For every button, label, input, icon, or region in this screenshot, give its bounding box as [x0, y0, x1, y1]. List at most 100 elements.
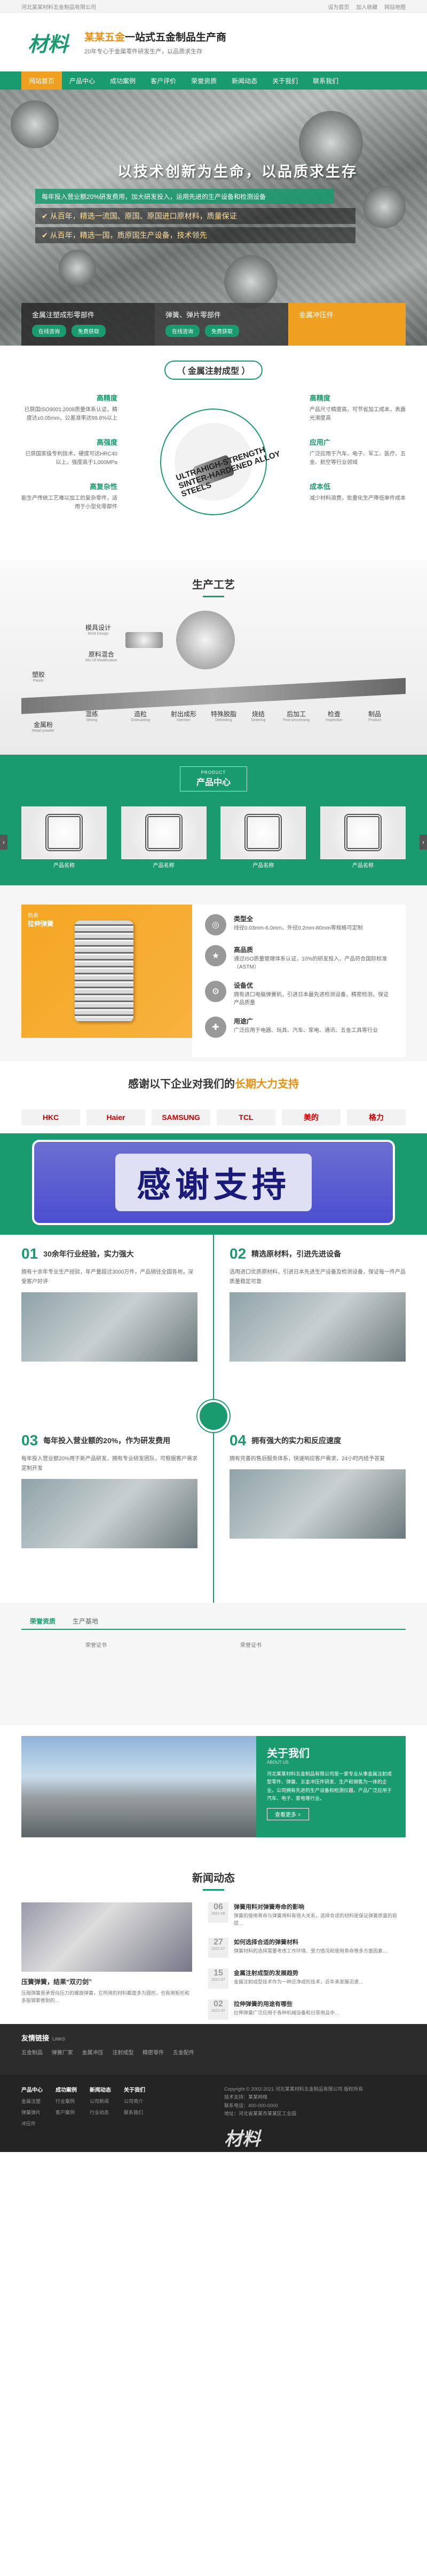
friend-link[interactable]: 金属冲压	[82, 2050, 104, 2056]
footer-link[interactable]: 行业案例	[56, 2098, 77, 2105]
links-title: 友情链接	[21, 2034, 50, 2042]
nav-products[interactable]: 产品中心	[62, 71, 102, 90]
phone-text: 联系电话：400-000-0000	[224, 2102, 279, 2108]
thanks-text: 感谢支持	[115, 1154, 312, 1211]
nav-news[interactable]: 新闻动态	[224, 71, 265, 90]
feature-heading: 应用广	[310, 438, 331, 446]
feature-heading: 高强度	[96, 438, 117, 446]
friend-link[interactable]: 五金配件	[173, 2050, 194, 2056]
section-title: 感谢以下企业对我们的长期大力支持	[128, 1078, 299, 1090]
tab-production-base[interactable]: 生产基地	[64, 1613, 107, 1629]
honor-item[interactable]: 荣誉证书	[240, 1641, 315, 1657]
about-more-button[interactable]: 查看更多 >	[267, 1808, 309, 1821]
nav-cases[interactable]: 成功案例	[102, 71, 143, 90]
news-section: 新闻动态 压簧弹簧，结果“双刃剑” 压缩弹簧是承受向压力的螺旋弹簧，它所用的材料…	[0, 1848, 427, 2024]
honor-item[interactable]: 荣誉证书	[85, 1641, 160, 1657]
sitemap-link[interactable]: 网站地图	[384, 5, 406, 11]
company-name: 河北某某材料五金制品有限公司	[21, 4, 96, 11]
footer-link[interactable]: 冲压件	[21, 2120, 43, 2127]
quick-box-stamping[interactable]: 金属冲压件	[288, 303, 406, 346]
product-card[interactable]: 产品名称	[220, 806, 306, 870]
nav-contact[interactable]: 联系我们	[305, 71, 346, 90]
feature-text: 已获国ISO9001:2008质量体系认证，精度达±0.05mm，公差准率达99…	[24, 407, 118, 421]
advantage-number: 04	[230, 1432, 247, 1449]
feature-text: 减少材料浪费，批量化生产降低单件成本	[310, 495, 406, 501]
spec-text: 拥有进口电脑弹簧机，引进日本最先进检测设备，精密检测，保证产品质量	[234, 992, 389, 1006]
friend-link[interactable]: 弹簧厂家	[52, 2050, 73, 2056]
news-item[interactable]: 02 2021-07 拉伸弹簧的用途有哪些 拉伸弹簧广泛应用于各种机械设备和日常用品中…	[208, 1999, 406, 2020]
footer-link[interactable]: 弹簧弹片	[21, 2109, 43, 2116]
consult-button[interactable]: 在线咨询	[32, 325, 66, 337]
get-free-button[interactable]: 免费获取	[72, 325, 106, 337]
footer-link[interactable]: 公司新闻	[90, 2098, 111, 2105]
process-step: 特殊脱脂 Debinding	[211, 710, 237, 722]
process-step: 造粒 Granulating	[131, 710, 151, 722]
consult-button[interactable]: 在线咨询	[165, 325, 200, 337]
nav-reviews[interactable]: 客户评价	[143, 71, 184, 90]
product-title-en: PRODUCT	[201, 770, 226, 775]
about-paragraph: 河北某某材料五金制品有限公司是一家专业从事金属注射成型零件、弹簧、五金冲压件研发…	[267, 1771, 392, 1801]
fan-part-image	[176, 611, 235, 669]
main-nav: 网站首页 产品中心 成功案例 客户评价 荣誉资质 新闻动态 关于我们 联系我们	[0, 71, 427, 90]
spec-heading: 类型全	[234, 915, 254, 923]
feature-text: 已获国家级专利技术，硬度可达HRC40以上，强度高于1,000MPa	[25, 451, 117, 466]
advantage-title: 30余年行业经验，实力强大	[43, 1250, 134, 1258]
friend-link[interactable]: 五金制品	[21, 2050, 43, 2056]
footer-link[interactable]: 公司简介	[124, 2098, 145, 2105]
product-name: 产品名称	[320, 859, 406, 870]
advantage-block: 03 每年投入营业额的20%，作为研发费用 每年投入营业额20%用于新产品研发，拥…	[21, 1432, 197, 1548]
feature-heading: 高复杂性	[89, 483, 117, 491]
spring-image	[244, 814, 282, 851]
add-favorite-link[interactable]: 加入收藏	[356, 5, 377, 11]
footer-link[interactable]: 联系我们	[124, 2109, 145, 2116]
process-step: 后加工 Post-processing	[283, 710, 310, 722]
slogan-sub: 20年专心于金属零件研发生产，以品质求生存	[84, 48, 203, 55]
prev-arrow-icon[interactable]: ‹	[0, 835, 7, 850]
spring-image	[45, 814, 83, 851]
advantage-text: 选用进口优质原材料，引进日本先进生产设备及检测设备，保证每一件产品质量稳定可靠	[230, 1269, 406, 1285]
featured-image[interactable]: 热卖 拉伸弹簧	[21, 905, 192, 1038]
footer-col-title: 关于我们	[124, 2087, 145, 2093]
advantage-block: 02 精选原材料，引进先进设备 选用进口优质原材料，引进日本先进生产设备及检测设备…	[230, 1245, 406, 1362]
address-text: 地址：河北省某某市某某区工业园	[224, 2110, 297, 2116]
products-photo	[21, 1479, 197, 1548]
news-item[interactable]: 27 2021-07 如何选择合适的弹簧材料 弹簧材料的选择需要考虑工作环境、受力情况…	[208, 1938, 406, 1958]
client-logo: Haier	[86, 1109, 145, 1125]
feature-heading: 成本低	[310, 483, 331, 491]
section-title: 生产工艺	[0, 560, 427, 597]
banner-line-3: ✔ 从百年，精选一国，质原国生产设备，技术领先	[35, 227, 355, 243]
top-bar: 河北某某材料五金制品有限公司 设为首页 加入收藏 网站地图	[0, 0, 427, 13]
product-card[interactable]: 产品名称	[21, 806, 107, 870]
advantages-section: 01 30余年行业经验，实力强大 拥有十余年专业生产经验，年产量超过3000万件，…	[0, 1235, 427, 1603]
get-free-button[interactable]: 免费获取	[205, 325, 239, 337]
footer-link[interactable]: 金属注塑	[21, 2098, 43, 2105]
friend-link[interactable]: 注射成型	[112, 2050, 133, 2056]
advantage-text: 每年投入营业额20%用于新产品研发，拥有专业研发团队，可根据客户需求定制开发	[21, 1456, 198, 1471]
news-item[interactable]: 15 2021-07 金属注射成型的发展趋势 金属注射成型技术作为一种近净成形技术，近…	[208, 1969, 406, 1989]
site-logo[interactable]: 材料	[21, 23, 75, 61]
set-homepage-link[interactable]: 设为首页	[328, 5, 349, 11]
next-arrow-icon[interactable]: ›	[420, 835, 427, 850]
spec-text: 通过ISO质量管理体系认证，10%的研发投入，产品符合国际标准（ASTM）	[234, 956, 388, 970]
nav-about[interactable]: 关于我们	[265, 71, 305, 90]
advantage-title: 拥有强大的实力和反应速度	[251, 1436, 342, 1445]
advantage-title: 精选原材料，引进先进设备	[251, 1250, 342, 1258]
friend-link[interactable]: 精密零件	[143, 2050, 164, 2056]
featured-product: 热卖 拉伸弹簧 ◎ 类型全 线径0.03mm-6.0mm，外径0.2mm-80mm等规…	[0, 885, 427, 1061]
spec-list: ◎ 类型全 线径0.03mm-6.0mm，外径0.2mm-80mm等规格可定制 ★ 高…	[192, 905, 406, 1057]
process-step-left: 塑胶 Plastic	[32, 671, 45, 683]
slogan-highlight: 某某五金	[84, 31, 125, 43]
news-item[interactable]: 06 2021-08 弹簧用料对弹簧寿命的影响 弹簧的使用寿命与弹簧用料有很大关系，选…	[208, 1902, 406, 1927]
hero-banner: 以技术创新为生命，以品质求生存 每年投入营业额20%研发费用，加大研发投入，运用…	[0, 90, 427, 346]
news-feature[interactable]: 压簧弹簧，结果“双刃剑” 压缩弹簧是承受向压力的螺旋弹簧，它所用的材料截面多为圆…	[21, 1902, 192, 2030]
center-circle	[197, 1400, 230, 1432]
spec-heading: 高品质	[234, 946, 254, 954]
nav-home[interactable]: 网站首页	[21, 71, 62, 90]
tab-honors[interactable]: 荣誉资质	[21, 1613, 64, 1629]
nav-honors[interactable]: 荣誉资质	[184, 71, 224, 90]
product-card[interactable]: 产品名称	[121, 806, 207, 870]
footer-link[interactable]: 客户案例	[56, 2109, 77, 2116]
product-card[interactable]: 产品名称	[320, 806, 406, 870]
tension-spring-image	[75, 921, 133, 1022]
footer-link[interactable]: 行业动态	[90, 2109, 111, 2116]
